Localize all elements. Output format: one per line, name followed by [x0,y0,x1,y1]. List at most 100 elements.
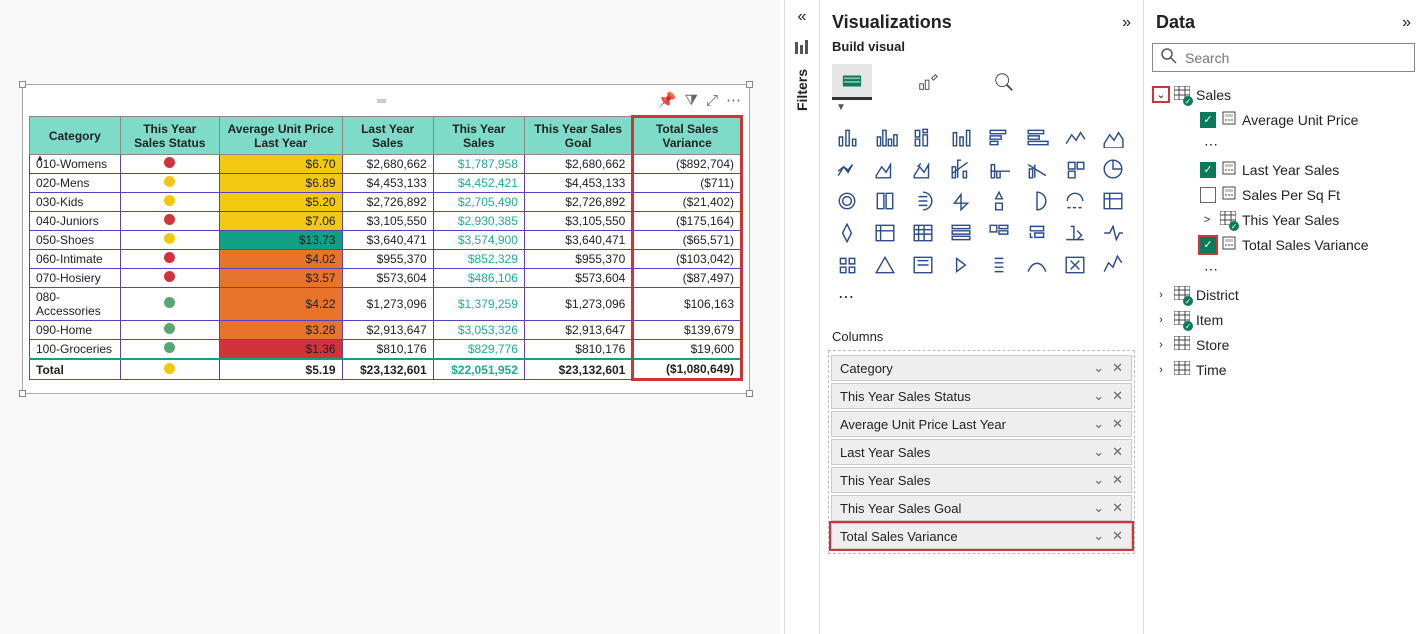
column-header[interactable]: This Year Sales Status [120,117,219,155]
search-input[interactable] [1185,50,1406,66]
columns-field-well[interactable]: Category⌄✕This Year Sales Status⌄✕Averag… [828,350,1135,554]
checkbox-checked[interactable]: ✓ [1200,162,1216,178]
column-field-pill[interactable]: Category⌄✕ [831,355,1132,381]
tree-table-sales[interactable]: ⌄Sales [1152,82,1415,107]
viz-type-icon[interactable] [1020,155,1054,183]
viz-type-icon[interactable] [982,123,1016,151]
viz-type-icon[interactable] [944,251,978,279]
viz-type-icon[interactable] [1058,123,1092,151]
column-header[interactable]: Category [30,117,121,155]
viz-type-icon[interactable] [1058,251,1092,279]
tree-more[interactable]: ⋯ [1152,132,1415,157]
tree-table[interactable]: ›Item [1152,307,1415,332]
viz-type-icon[interactable] [1058,219,1092,247]
column-field-pill[interactable]: Last Year Sales⌄✕ [831,439,1132,465]
table-row[interactable]: 050-Shoes$13.73$3,640,471$3,574,900$3,64… [30,231,742,250]
collapse-viz-icon[interactable]: » [1122,14,1131,32]
viz-type-icon[interactable] [868,251,902,279]
column-header[interactable]: Last Year Sales [342,117,433,155]
chevron-right-icon[interactable]: > [1200,214,1214,226]
viz-type-icon[interactable] [830,123,864,151]
viz-type-icon[interactable] [906,251,940,279]
viz-type-icon[interactable] [944,219,978,247]
table-visual-frame[interactable]: ═ 📌 ⧩ ⤢ ⋯ CategoryThis Year Sales Status… [22,84,750,394]
chevron-down-icon[interactable]: ⌄ [1093,528,1104,544]
viz-type-icon[interactable] [944,155,978,183]
filters-icon[interactable] [785,40,819,59]
viz-type-icon[interactable] [906,123,940,151]
viz-type-icon[interactable] [1096,251,1130,279]
viz-type-icon[interactable] [1020,219,1054,247]
table-row[interactable]: 020-Mens$6.89$4,453,133$4,452,421$4,453,… [30,174,742,193]
chevron-down-icon[interactable]: ⌄ [1093,416,1104,432]
column-header[interactable]: This Year Sales [433,117,524,155]
focus-icon[interactable]: ⤢ [706,92,718,109]
chevron-down-icon[interactable]: ⌄ [1154,88,1168,101]
tree-field[interactable]: ✓Last Year Sales [1152,157,1415,182]
column-field-pill[interactable]: Total Sales Variance⌄✕ [831,523,1132,549]
chevron-right-icon[interactable]: › [1154,289,1168,301]
remove-field-icon[interactable]: ✕ [1112,528,1123,544]
viz-type-icon[interactable] [944,123,978,151]
more-icon[interactable]: ⋯ [726,91,741,109]
viz-type-icon[interactable] [982,251,1016,279]
chevron-down-icon[interactable]: ⌄ [1093,472,1104,488]
viz-type-icon[interactable] [830,219,864,247]
viz-type-icon[interactable] [1096,155,1130,183]
tree-field[interactable]: ✓Total Sales Variance [1152,232,1415,257]
tree-more[interactable]: ⋯ [1152,257,1415,282]
viz-type-icon[interactable] [906,219,940,247]
table-row[interactable]: 100-Groceries$1.36$810,176$829,776$810,1… [30,340,742,360]
build-visual-tab[interactable] [832,64,872,100]
viz-type-icon[interactable] [1096,123,1130,151]
data-search-box[interactable] [1152,43,1415,72]
table-row[interactable]: 060-Intimate$4.02$955,370$852,329$955,37… [30,250,742,269]
format-visual-tab[interactable] [908,64,948,100]
table-row[interactable]: 030-Kids$5.20$2,726,892$2,705,490$2,726,… [30,193,742,212]
column-header[interactable]: Total Sales Variance [633,117,742,155]
viz-type-icon[interactable] [982,187,1016,215]
viz-type-icon[interactable] [906,155,940,183]
chevron-right-icon[interactable]: › [1154,314,1168,326]
viz-type-icon[interactable] [830,155,864,183]
column-header[interactable]: Average Unit Price Last Year [219,117,342,155]
table-row[interactable]: 070-Hosiery$3.57$573,604$486,106$573,604… [30,269,742,288]
viz-type-icon[interactable] [1020,123,1054,151]
report-canvas[interactable]: ═ 📌 ⧩ ⤢ ⋯ CategoryThis Year Sales Status… [0,0,780,634]
viz-type-icon[interactable] [982,219,1016,247]
column-field-pill[interactable]: This Year Sales⌄✕ [831,467,1132,493]
chevron-down-icon[interactable]: ⌄ [1093,360,1104,376]
viz-type-icon[interactable] [868,155,902,183]
viz-type-icon[interactable] [944,187,978,215]
remove-field-icon[interactable]: ✕ [1112,500,1123,516]
viz-type-icon[interactable] [1020,251,1054,279]
chevron-down-icon[interactable]: ⌄ [1093,388,1104,404]
filter-icon[interactable]: ⧩ [685,92,698,109]
tree-table[interactable]: ›Store [1152,332,1415,357]
remove-field-icon[interactable]: ✕ [1112,444,1123,460]
viz-type-icon[interactable] [830,187,864,215]
viz-type-icon[interactable] [1058,155,1092,183]
remove-field-icon[interactable]: ✕ [1112,388,1123,404]
viz-type-icon[interactable] [868,219,902,247]
checkbox-unchecked[interactable] [1200,187,1216,203]
viz-type-icon[interactable] [1096,219,1130,247]
drag-handle-icon[interactable]: ═ [377,93,395,101]
collapse-data-icon[interactable]: » [1402,14,1411,32]
viz-type-icon[interactable] [868,187,902,215]
chevron-right-icon[interactable]: › [1154,364,1168,376]
tree-field[interactable]: >This Year Sales [1152,207,1415,232]
remove-field-icon[interactable]: ✕ [1112,416,1123,432]
checkbox-checked[interactable]: ✓ [1200,112,1216,128]
column-field-pill[interactable]: This Year Sales Status⌄✕ [831,383,1132,409]
viz-more-icon[interactable]: ⋯ [830,283,864,311]
tree-field[interactable]: Sales Per Sq Ft [1152,182,1415,207]
table-row[interactable]: 080-Accessories$4.22$1,273,096$1,379,259… [30,288,742,321]
viz-type-icon[interactable] [906,187,940,215]
expand-filters-icon[interactable]: « [785,0,819,34]
chevron-down-icon[interactable]: ⌄ [1093,500,1104,516]
remove-field-icon[interactable]: ✕ [1112,472,1123,488]
viz-type-icon[interactable] [868,123,902,151]
column-field-pill[interactable]: Average Unit Price Last Year⌄✕ [831,411,1132,437]
chevron-right-icon[interactable]: › [1154,339,1168,351]
